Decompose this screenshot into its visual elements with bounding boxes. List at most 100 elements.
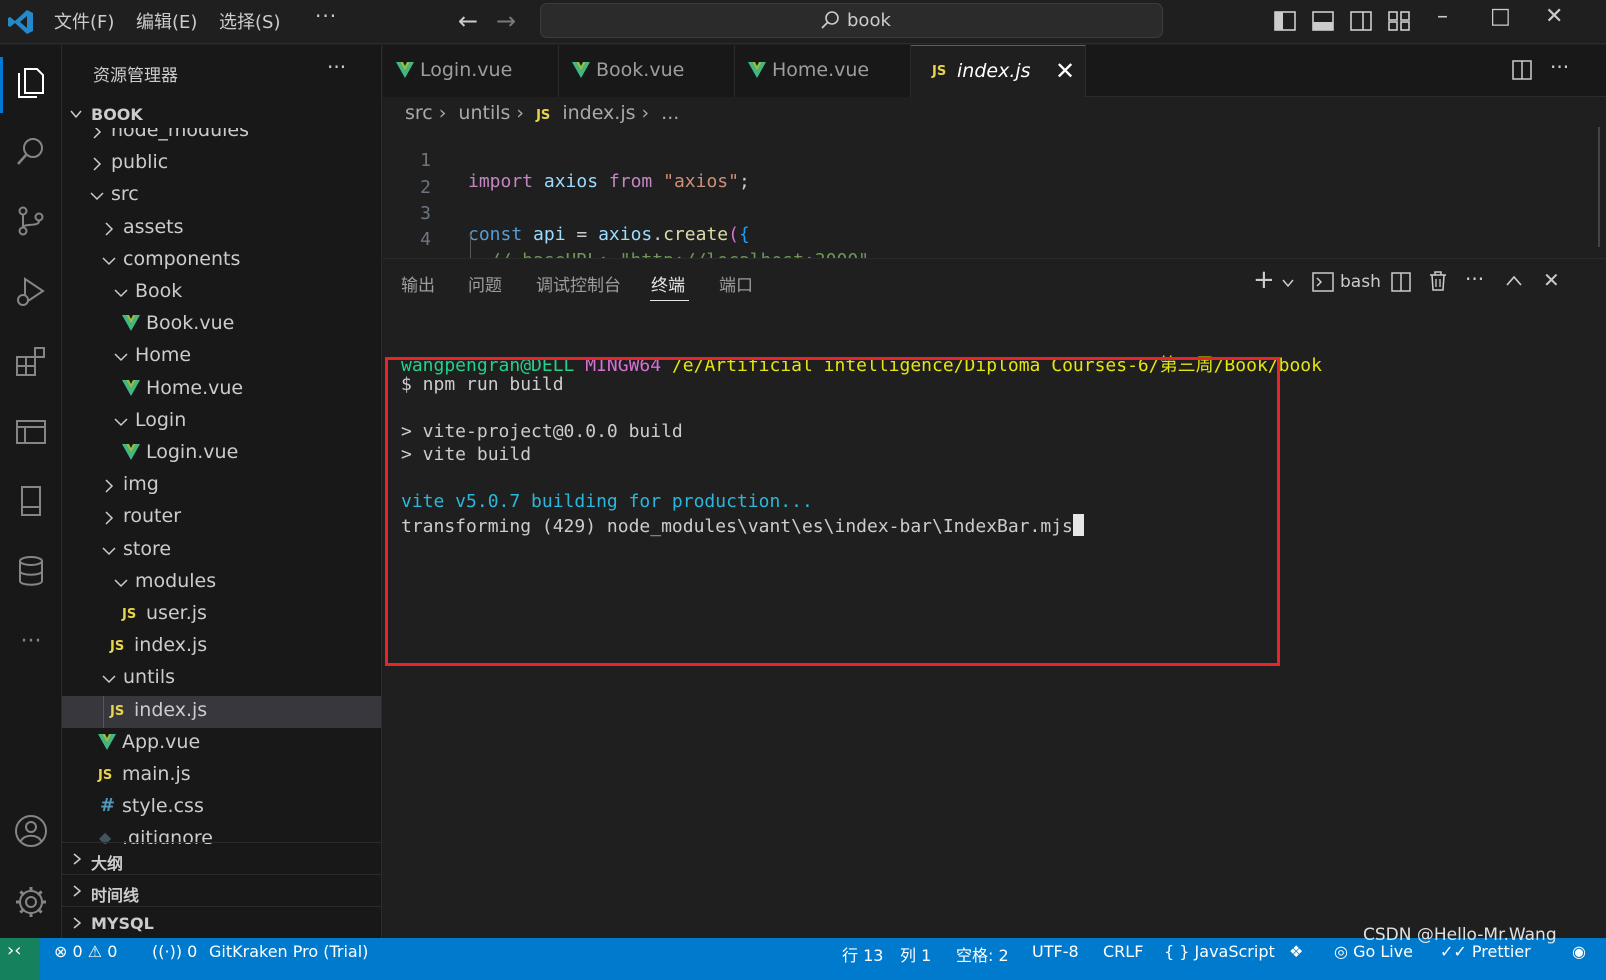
close-panel-icon[interactable]: ✕	[1543, 268, 1560, 292]
tree-item[interactable]: Home.vue	[62, 374, 381, 406]
menu-file[interactable]: 文件(F)	[54, 8, 114, 34]
eol-status[interactable]: CRLF	[1103, 942, 1143, 961]
editor-tab[interactable]: JS index.js ✕	[911, 45, 1086, 97]
gitkraken-status[interactable]: GitKraken Pro (Trial)	[209, 942, 368, 961]
tree-item[interactable]: assets	[62, 213, 381, 245]
back-arrow-icon[interactable]: ←	[458, 7, 478, 35]
editor-more-icon[interactable]: ···	[1550, 55, 1569, 79]
tree-item-label: Home.vue	[146, 376, 244, 399]
split-editor-icon[interactable]	[1511, 59, 1533, 81]
menu-edit[interactable]: 编辑(E)	[136, 8, 197, 34]
tree-item[interactable]: Home	[62, 341, 381, 373]
section-timeline[interactable]: 时间线	[62, 874, 381, 906]
tree-item[interactable]: App.vue	[62, 728, 381, 760]
tree-item-label: src	[111, 183, 139, 206]
tree-item-label: node_modules	[111, 128, 250, 141]
run-debug-icon[interactable]	[7, 267, 55, 315]
copilot-icon[interactable]: ❖	[1289, 942, 1303, 961]
breadcrumb-src[interactable]: src	[405, 102, 433, 124]
remote-indicator[interactable]: ›‹	[0, 938, 40, 980]
maximize-icon[interactable]: □	[1490, 4, 1511, 29]
search-activity-icon[interactable]	[7, 127, 55, 175]
maximize-panel-icon[interactable]	[1506, 275, 1522, 287]
tree-item[interactable]: Login.vue	[62, 438, 381, 470]
new-terminal-icon[interactable]: +	[1253, 265, 1275, 295]
extensions-icon[interactable]	[7, 337, 55, 385]
tree-item[interactable]: Book.vue	[62, 309, 381, 341]
toggle-primary-sidebar-icon[interactable]	[1273, 9, 1297, 33]
section-mysql[interactable]: MYSQL	[62, 906, 381, 938]
section-book-header[interactable]: BOOK	[62, 100, 381, 128]
tree-item[interactable]: untils	[62, 663, 381, 695]
braces-icon: { }	[1164, 942, 1190, 961]
forward-arrow-icon[interactable]: →	[496, 7, 516, 35]
notifications-bell-icon[interactable]: ◉	[1572, 942, 1586, 961]
code-editor[interactable]: src › untils › JS index.js › ... 1 import a…	[383, 97, 1606, 258]
editor-tab[interactable]: Home.vue	[735, 45, 911, 97]
tree-item[interactable]: # style.css	[62, 792, 381, 824]
tree-item-label: style.css	[122, 795, 204, 818]
panel-tab-debug-console[interactable]: 调试控制台	[536, 271, 621, 296]
split-terminal-icon[interactable]	[1390, 271, 1412, 293]
explorer-sidebar: 资源管理器 ··· BOOK node_modules public src asse…	[62, 45, 382, 962]
section-outline[interactable]: 大纲	[62, 842, 381, 874]
close-tab-icon[interactable]: ✕	[1055, 57, 1075, 85]
panel-tab-output[interactable]: 输出	[401, 271, 435, 296]
encoding-status[interactable]: UTF-8	[1032, 942, 1079, 961]
chevron-down-icon	[114, 579, 128, 587]
editor-tab[interactable]: Login.vue	[383, 45, 559, 97]
tree-item[interactable]: JS index.js	[62, 695, 381, 728]
code-line: 1 import axios from "axios";	[383, 129, 1606, 192]
close-window-icon[interactable]: ✕	[1545, 4, 1563, 29]
tree-item[interactable]: public	[62, 148, 381, 180]
column-status[interactable]: 列 1	[900, 942, 931, 966]
breadcrumb-untils[interactable]: untils	[458, 102, 510, 124]
ports-status[interactable]: ((·)) 0	[152, 942, 197, 961]
tree-item[interactable]: img	[62, 470, 381, 502]
more-views-icon[interactable]: ···	[7, 617, 55, 665]
panel-more-icon[interactable]: ···	[1465, 267, 1484, 291]
tree-item[interactable]: JS index.js	[62, 631, 381, 663]
editor-scrollbar[interactable]	[1598, 127, 1600, 247]
menu-more-button[interactable]: ···	[315, 4, 337, 28]
accounts-icon[interactable]	[7, 807, 55, 855]
indentation-status[interactable]: 空格: 2	[956, 942, 1009, 966]
chevron-down-icon[interactable]	[1282, 277, 1294, 289]
tree-item-label: index.js	[134, 698, 208, 721]
menu-selection[interactable]: 选择(S)	[219, 8, 280, 34]
minimize-icon[interactable]: –	[1437, 4, 1448, 29]
customize-layout-icon[interactable]	[1387, 9, 1411, 33]
tree-item[interactable]: node_modules	[62, 128, 381, 148]
breadcrumb-file[interactable]: index.js	[562, 102, 635, 124]
bookmarks-icon[interactable]	[7, 477, 55, 525]
sidebar-more-button[interactable]: ···	[327, 55, 346, 79]
trash-icon[interactable]	[1427, 270, 1449, 292]
command-center-search[interactable]: book	[540, 3, 1163, 38]
explorer-icon[interactable]	[7, 57, 55, 105]
panel-tab-terminal[interactable]: 终端	[651, 271, 685, 296]
tree-item[interactable]: JS main.js	[62, 760, 381, 792]
tree-item[interactable]: Login	[62, 406, 381, 438]
toggle-secondary-sidebar-icon[interactable]	[1349, 9, 1373, 33]
problems-status[interactable]: ⊗ 0 ⚠ 0	[54, 942, 117, 961]
source-control-icon[interactable]	[7, 197, 55, 245]
tree-item[interactable]: components	[62, 245, 381, 277]
line-status[interactable]: 行 13	[842, 942, 883, 966]
tree-item[interactable]: router	[62, 502, 381, 534]
tree-item[interactable]: store	[62, 535, 381, 567]
panel-tab-ports[interactable]: 端口	[719, 271, 753, 296]
panel-tab-problems[interactable]: 问题	[468, 271, 502, 296]
database-icon[interactable]	[7, 547, 55, 595]
tree-item[interactable]: src	[62, 180, 381, 212]
tree-item[interactable]: Book	[62, 277, 381, 309]
language-status[interactable]: { } JavaScript	[1164, 942, 1275, 961]
terminal-shell-label[interactable]: bash	[1340, 272, 1381, 292]
vue-file-icon	[98, 733, 116, 750]
manage-gear-icon[interactable]	[7, 878, 55, 926]
remote-explorer-icon[interactable]	[7, 407, 55, 455]
toggle-panel-icon[interactable]	[1311, 9, 1335, 33]
tree-item[interactable]: JS user.js	[62, 599, 381, 631]
breadcrumb-symbol[interactable]: ...	[661, 102, 679, 124]
tree-item[interactable]: modules	[62, 567, 381, 599]
editor-tab[interactable]: Book.vue	[559, 45, 735, 97]
